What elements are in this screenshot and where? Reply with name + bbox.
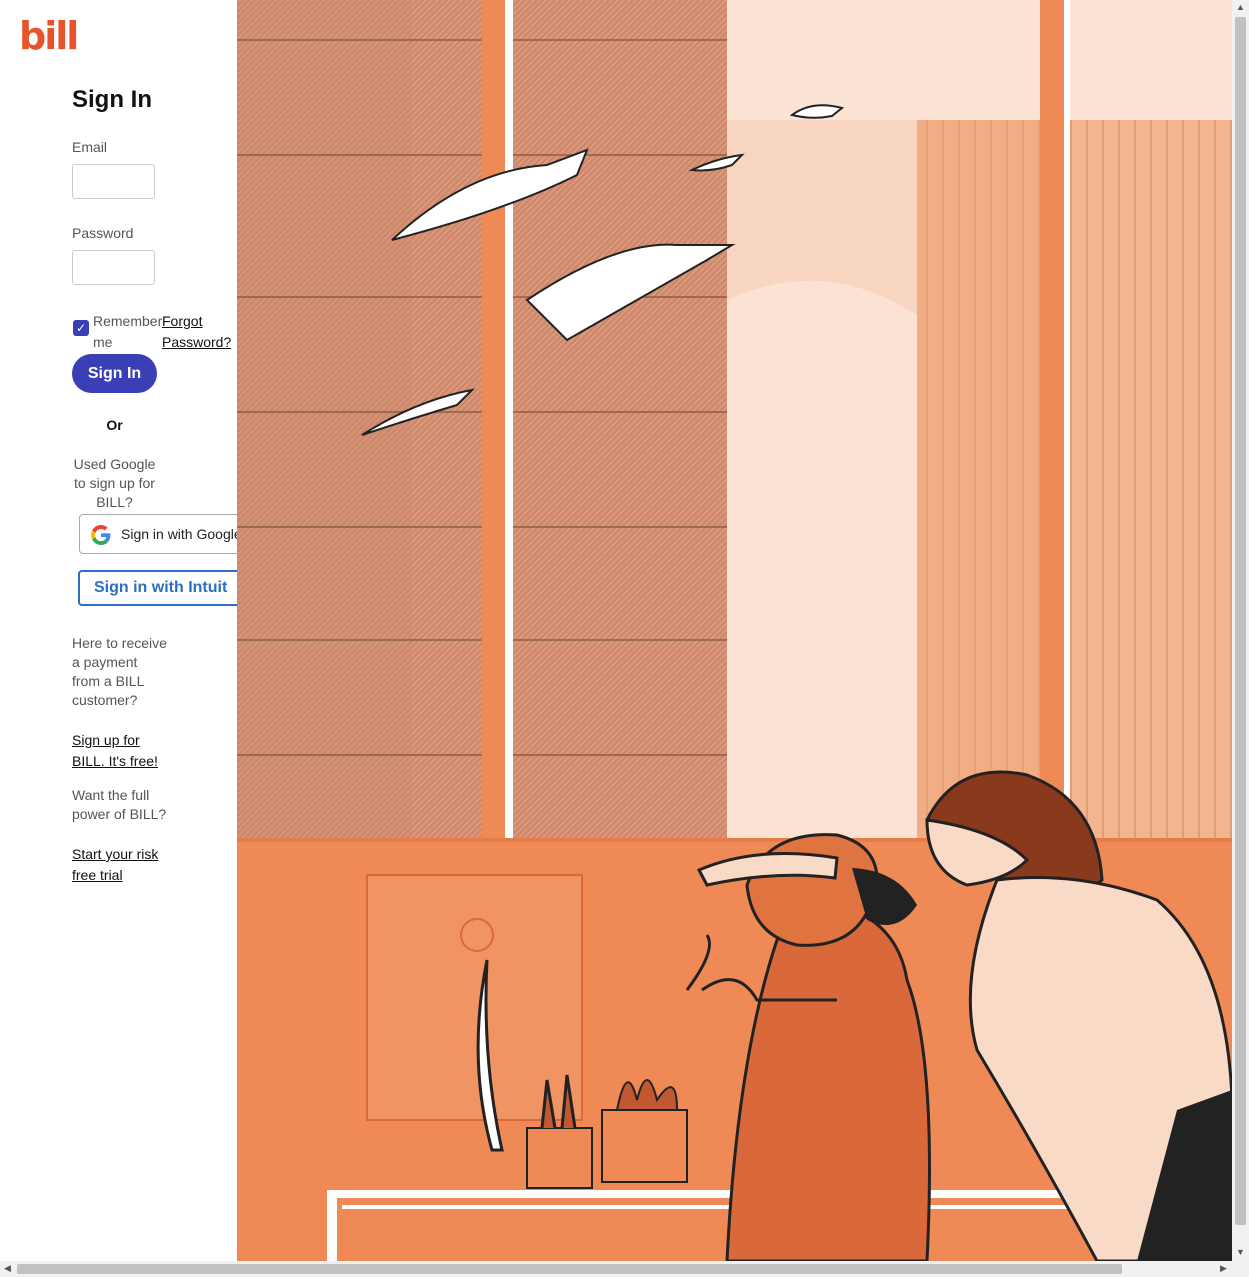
intuit-sign-in-label: Sign in with Intuit [94, 579, 228, 596]
office-illustration [237, 0, 1232, 1261]
sign-up-free-link[interactable]: Sign up for BILL. It's free! [72, 730, 167, 772]
password-label: Password [72, 225, 134, 241]
remember-me-label[interactable]: Remember me [93, 311, 163, 353]
forgot-password-link[interactable]: Forgot Password? [162, 311, 232, 353]
scroll-right-arrow-icon[interactable]: ▶ [1220, 1263, 1227, 1274]
risk-free-trial-link[interactable]: Start your risk free trial [72, 844, 167, 886]
scroll-left-arrow-icon[interactable]: ◀ [4, 1263, 11, 1274]
payment-prompt: Here to receive a payment from a BILL cu… [72, 635, 167, 708]
email-label: Email [72, 139, 108, 155]
or-divider: Or [106, 417, 123, 433]
sign-in-panel: bill Sign In Email Password ✓ Remember m… [0, 0, 237, 1261]
horizontal-scroll-thumb[interactable] [17, 1264, 1122, 1274]
bill-logo[interactable]: bill [19, 16, 79, 56]
google-icon [91, 525, 111, 545]
trial-prompt: Want the full power of BILL? [72, 787, 167, 822]
google-sign-in-label: Sign in with Google [121, 526, 237, 542]
vertical-scroll-thumb[interactable] [1235, 17, 1246, 1225]
page-title: Sign In [72, 86, 152, 113]
vertical-scrollbar[interactable]: ▲ ▼ [1232, 0, 1249, 1261]
remember-me-checkbox[interactable]: ✓ [73, 320, 89, 336]
password-field[interactable] [72, 250, 155, 285]
horizontal-scrollbar[interactable]: ◀ ▶ [0, 1261, 1249, 1277]
intuit-sign-in-button[interactable]: Sign in with Intuit [78, 570, 237, 606]
scroll-up-arrow-icon[interactable]: ▲ [1236, 2, 1245, 12]
google-sign-in-button[interactable]: Sign in with Google [79, 514, 237, 554]
google-prompt: Used Google to sign up for BILL? [73, 456, 156, 510]
illustration-graphic [237, 0, 1232, 1261]
sign-in-button[interactable]: Sign In [72, 354, 157, 393]
scroll-down-arrow-icon[interactable]: ▼ [1236, 1247, 1245, 1257]
email-field[interactable] [72, 164, 155, 199]
